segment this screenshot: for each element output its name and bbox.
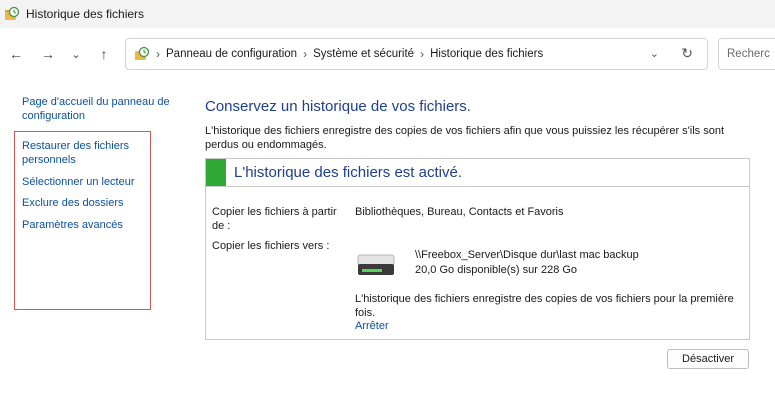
status-text: L'historique des fichiers est activé. bbox=[234, 164, 462, 181]
arrow-left-icon: ← bbox=[9, 46, 23, 62]
title-bar: Historique des fichiers bbox=[0, 0, 775, 28]
deactivate-button[interactable]: Désactiver bbox=[667, 349, 749, 369]
drive-space: 20,0 Go disponible(s) sur 228 Go bbox=[415, 264, 578, 276]
arrow-right-icon: → bbox=[41, 46, 55, 62]
navigation-bar: ← → ⌄ ↑ › Panneau de configuration › Sys… bbox=[0, 34, 775, 74]
breadcrumb-separator-icon: › bbox=[420, 47, 425, 61]
sidebar-link-restore[interactable]: Restaurer des fichiers personnels bbox=[22, 139, 142, 167]
page-description: L'historique des fichiers enregistre des… bbox=[205, 125, 725, 151]
back-button[interactable]: ← bbox=[6, 44, 26, 64]
breadcrumb-system-security[interactable]: Système et sécurité bbox=[313, 48, 414, 60]
breadcrumb-control-panel[interactable]: Panneau de configuration bbox=[166, 48, 297, 60]
refresh-icon[interactable]: ↻ bbox=[681, 45, 693, 62]
file-history-icon bbox=[5, 6, 20, 20]
copy-from-label: Copier les fichiers à partir de : bbox=[212, 206, 337, 232]
address-dropdown-icon[interactable]: ⌄ bbox=[650, 47, 659, 60]
address-bar[interactable]: › Panneau de configuration › Système et … bbox=[125, 38, 708, 70]
copy-to-label: Copier les fichiers vers : bbox=[212, 240, 330, 252]
stop-link[interactable]: Arrêter bbox=[355, 320, 389, 332]
sidebar-link-exclude-folders[interactable]: Exclure des dossiers bbox=[22, 196, 124, 210]
forward-button[interactable]: → bbox=[38, 44, 58, 64]
sidebar-link-advanced-settings[interactable]: Paramètres avancés bbox=[22, 218, 123, 232]
control-panel-icon bbox=[135, 46, 150, 60]
status-panel: L'historique des fichiers est activé. Co… bbox=[205, 158, 750, 340]
up-button[interactable]: ↑ bbox=[94, 44, 114, 64]
info-text: L'historique des fichiers enregistre des… bbox=[355, 293, 734, 319]
window-title: Historique des fichiers bbox=[26, 7, 145, 21]
chevron-down-icon: ⌄ bbox=[71, 48, 81, 61]
breadcrumb-file-history[interactable]: Historique des fichiers bbox=[430, 48, 543, 60]
recent-locations-button[interactable]: ⌄ bbox=[66, 44, 86, 64]
hard-drive-icon bbox=[357, 254, 395, 275]
copy-from-value: Bibliothèques, Bureau, Contacts et Favor… bbox=[355, 206, 564, 218]
search-input[interactable]: Recherc bbox=[718, 38, 775, 70]
breadcrumb-separator-icon: › bbox=[156, 47, 160, 61]
search-placeholder: Recherc bbox=[727, 48, 770, 60]
arrow-up-icon: ↑ bbox=[100, 46, 108, 62]
drive-path: \\Freebox_Server\Disque dur\last mac bac… bbox=[415, 249, 639, 261]
breadcrumb-separator-icon: › bbox=[303, 47, 308, 61]
sidebar-link-select-drive[interactable]: Sélectionner un lecteur bbox=[22, 175, 135, 189]
page-title: Conservez un historique de vos fichiers. bbox=[205, 98, 471, 115]
sidebar-home-link[interactable]: Page d'accueil du panneau de configurati… bbox=[22, 95, 182, 123]
status-indicator bbox=[206, 159, 226, 186]
status-band: L'historique des fichiers est activé. bbox=[206, 159, 749, 187]
